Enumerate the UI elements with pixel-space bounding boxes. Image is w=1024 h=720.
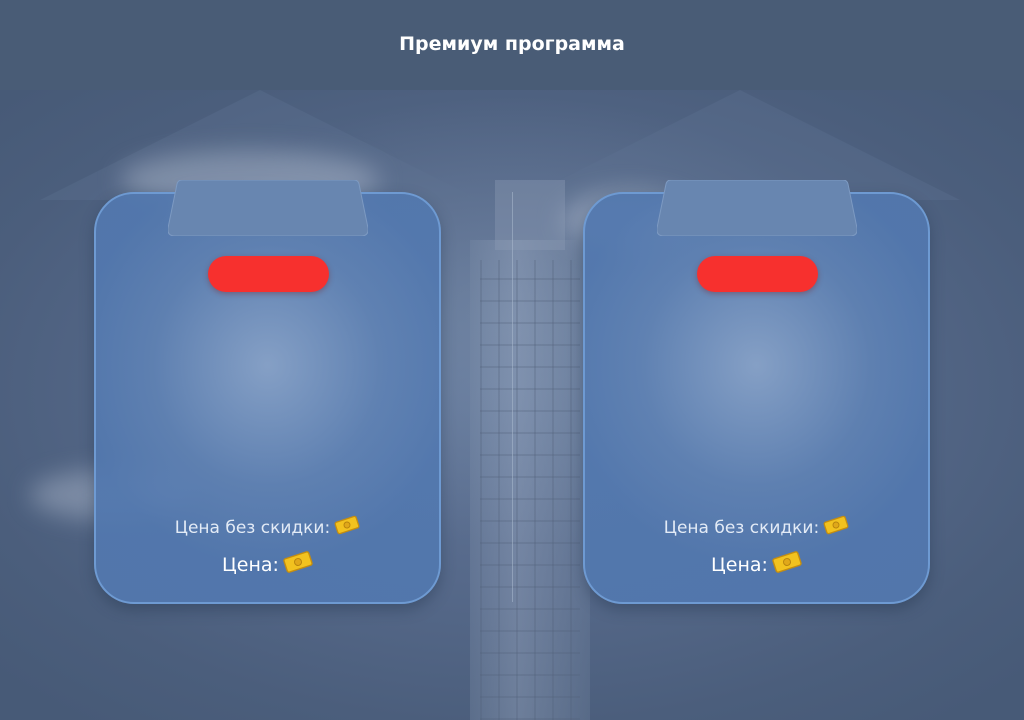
money-icon <box>772 549 802 580</box>
price-label: Цена: <box>711 553 768 576</box>
program-button[interactable] <box>208 256 329 292</box>
divider <box>512 192 513 602</box>
price: Цена: <box>585 549 928 580</box>
page-title: Премиум программа <box>399 33 625 55</box>
old-price-label: Цена без скидки: <box>174 517 331 538</box>
money-icon <box>283 549 313 580</box>
program-button[interactable] <box>697 256 818 292</box>
price-label: Цена: <box>222 553 279 576</box>
background-tower <box>470 180 590 720</box>
program-card[interactable]: Цена без скидки: Цена: <box>94 180 441 604</box>
money-icon <box>334 514 360 541</box>
header: Премиум программа <box>0 0 1024 90</box>
card-header-tab <box>167 180 368 236</box>
program-card[interactable]: Цена без скидки: Цена: <box>583 180 930 604</box>
old-price: Цена без скидки: <box>96 514 439 541</box>
old-price-label: Цена без скидки: <box>663 517 820 538</box>
card-header-tab <box>656 180 857 236</box>
price: Цена: <box>96 549 439 580</box>
money-icon <box>823 514 849 541</box>
old-price: Цена без скидки: <box>585 514 928 541</box>
